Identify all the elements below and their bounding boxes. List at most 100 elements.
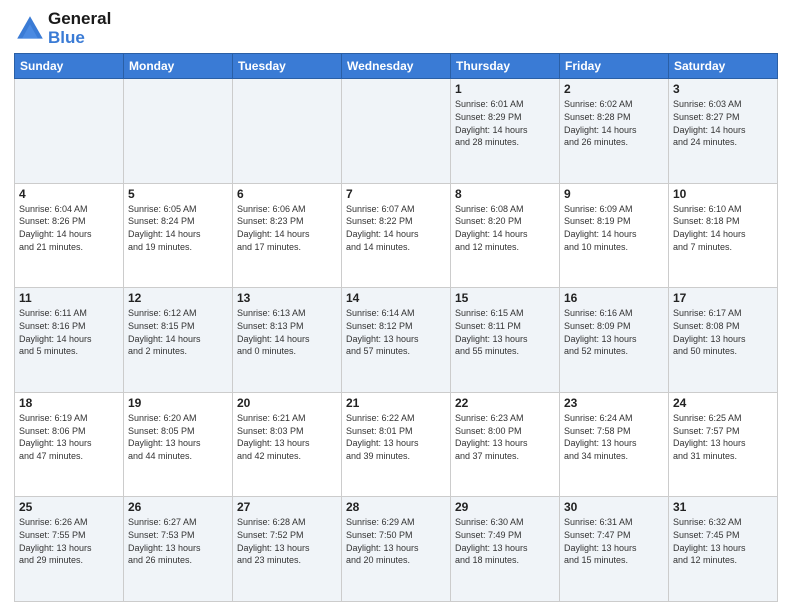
day-info: Sunrise: 6:24 AM Sunset: 7:58 PM Dayligh… [564,412,664,462]
calendar-cell: 17 Sunrise: 6:17 AM Sunset: 8:08 PM Dayli… [669,288,778,393]
day-info: Sunrise: 6:11 AM Sunset: 8:16 PM Dayligh… [19,307,119,357]
calendar-cell: 5 Sunrise: 6:05 AM Sunset: 8:24 PM Daylig… [124,183,233,288]
day-info: Sunrise: 6:15 AM Sunset: 8:11 PM Dayligh… [455,307,555,357]
logo-icon [14,13,46,45]
day-info: Sunrise: 6:08 AM Sunset: 8:20 PM Dayligh… [455,203,555,253]
day-info: Sunrise: 6:12 AM Sunset: 8:15 PM Dayligh… [128,307,228,357]
day-info: Sunrise: 6:17 AM Sunset: 8:08 PM Dayligh… [673,307,773,357]
calendar-cell: 18Sunrise: 6:19 AM Sunset: 8:06 PM Dayli… [15,392,124,497]
day-info: Sunrise: 6:02 AM Sunset: 8:28 PM Dayligh… [564,98,664,148]
day-number: 23 [564,396,664,410]
logo-text-line2: Blue [48,29,111,48]
day-info: Sunrise: 6:06 AM Sunset: 8:23 PM Dayligh… [237,203,337,253]
day-number: 29 [455,500,555,514]
calendar-cell: 4Sunrise: 6:04 AM Sunset: 8:26 PM Daylig… [15,183,124,288]
day-info: Sunrise: 6:07 AM Sunset: 8:22 PM Dayligh… [346,203,446,253]
calendar-cell: 23 Sunrise: 6:24 AM Sunset: 7:58 PM Dayli… [560,392,669,497]
day-info: Sunrise: 6:03 AM Sunset: 8:27 PM Dayligh… [673,98,773,148]
day-info: Sunrise: 6:01 AM Sunset: 8:29 PM Dayligh… [455,98,555,148]
calendar-cell: 13 Sunrise: 6:13 AM Sunset: 8:13 PM Dayli… [233,288,342,393]
day-number: 13 [237,291,337,305]
day-number: 3 [673,82,773,96]
calendar-cell: 22 Sunrise: 6:23 AM Sunset: 8:00 PM Dayli… [451,392,560,497]
calendar-cell: 10Sunrise: 6:10 AM Sunset: 8:18 PM Dayli… [669,183,778,288]
calendar-cell: 11Sunrise: 6:11 AM Sunset: 8:16 PM Dayli… [15,288,124,393]
calendar-cell: 26 Sunrise: 6:27 AM Sunset: 7:53 PM Dayli… [124,497,233,602]
day-info: Sunrise: 6:25 AM Sunset: 7:57 PM Dayligh… [673,412,773,462]
calendar-week-row: 11Sunrise: 6:11 AM Sunset: 8:16 PM Dayli… [15,288,778,393]
day-number: 26 [128,500,228,514]
day-number: 6 [237,187,337,201]
calendar-cell: 3 Sunrise: 6:03 AM Sunset: 8:27 PM Daylig… [669,79,778,184]
day-number: 14 [346,291,446,305]
day-info: Sunrise: 6:22 AM Sunset: 8:01 PM Dayligh… [346,412,446,462]
calendar-cell [233,79,342,184]
logo-text-line1: General [48,10,111,29]
day-info: Sunrise: 6:23 AM Sunset: 8:00 PM Dayligh… [455,412,555,462]
calendar-cell: 2 Sunrise: 6:02 AM Sunset: 8:28 PM Daylig… [560,79,669,184]
day-info: Sunrise: 6:28 AM Sunset: 7:52 PM Dayligh… [237,516,337,566]
calendar-cell: 28 Sunrise: 6:29 AM Sunset: 7:50 PM Dayli… [342,497,451,602]
calendar-cell [15,79,124,184]
calendar-cell: 29 Sunrise: 6:30 AM Sunset: 7:49 PM Dayli… [451,497,560,602]
calendar-cell: 8 Sunrise: 6:08 AM Sunset: 8:20 PM Daylig… [451,183,560,288]
day-number: 30 [564,500,664,514]
calendar-cell: 7 Sunrise: 6:07 AM Sunset: 8:22 PM Daylig… [342,183,451,288]
calendar-week-row: 1 Sunrise: 6:01 AM Sunset: 8:29 PM Daylig… [15,79,778,184]
weekday-header-monday: Monday [124,54,233,79]
day-number: 21 [346,396,446,410]
day-number: 31 [673,500,773,514]
calendar-week-row: 18Sunrise: 6:19 AM Sunset: 8:06 PM Dayli… [15,392,778,497]
day-number: 27 [237,500,337,514]
calendar-cell: 30Sunrise: 6:31 AM Sunset: 7:47 PM Dayli… [560,497,669,602]
day-number: 12 [128,291,228,305]
calendar-cell: 31 Sunrise: 6:32 AM Sunset: 7:45 PM Dayli… [669,497,778,602]
day-info: Sunrise: 6:13 AM Sunset: 8:13 PM Dayligh… [237,307,337,357]
calendar-week-row: 4Sunrise: 6:04 AM Sunset: 8:26 PM Daylig… [15,183,778,288]
weekday-header-tuesday: Tuesday [233,54,342,79]
day-number: 28 [346,500,446,514]
weekday-header-sunday: Sunday [15,54,124,79]
calendar-header-row: SundayMondayTuesdayWednesdayThursdayFrid… [15,54,778,79]
weekday-header-friday: Friday [560,54,669,79]
header: General Blue [14,10,778,47]
day-info: Sunrise: 6:20 AM Sunset: 8:05 PM Dayligh… [128,412,228,462]
calendar-cell: 24 Sunrise: 6:25 AM Sunset: 7:57 PM Dayli… [669,392,778,497]
logo: General Blue [14,10,111,47]
day-info: Sunrise: 6:30 AM Sunset: 7:49 PM Dayligh… [455,516,555,566]
calendar-cell: 21 Sunrise: 6:22 AM Sunset: 8:01 PM Dayli… [342,392,451,497]
calendar-cell: 6 Sunrise: 6:06 AM Sunset: 8:23 PM Daylig… [233,183,342,288]
weekday-header-thursday: Thursday [451,54,560,79]
day-number: 22 [455,396,555,410]
day-number: 2 [564,82,664,96]
day-number: 1 [455,82,555,96]
day-info: Sunrise: 6:16 AM Sunset: 8:09 PM Dayligh… [564,307,664,357]
day-info: Sunrise: 6:32 AM Sunset: 7:45 PM Dayligh… [673,516,773,566]
day-number: 25 [19,500,119,514]
calendar-cell: 12 Sunrise: 6:12 AM Sunset: 8:15 PM Dayli… [124,288,233,393]
day-info: Sunrise: 6:04 AM Sunset: 8:26 PM Dayligh… [19,203,119,253]
day-info: Sunrise: 6:27 AM Sunset: 7:53 PM Dayligh… [128,516,228,566]
calendar-cell: 15 Sunrise: 6:15 AM Sunset: 8:11 PM Dayli… [451,288,560,393]
day-number: 17 [673,291,773,305]
calendar-cell: 9Sunrise: 6:09 AM Sunset: 8:19 PM Daylig… [560,183,669,288]
calendar-cell: 25Sunrise: 6:26 AM Sunset: 7:55 PM Dayli… [15,497,124,602]
calendar-cell: 16Sunrise: 6:16 AM Sunset: 8:09 PM Dayli… [560,288,669,393]
calendar-cell: 1 Sunrise: 6:01 AM Sunset: 8:29 PM Daylig… [451,79,560,184]
day-number: 24 [673,396,773,410]
day-number: 5 [128,187,228,201]
day-number: 15 [455,291,555,305]
calendar-cell [124,79,233,184]
day-number: 8 [455,187,555,201]
day-info: Sunrise: 6:29 AM Sunset: 7:50 PM Dayligh… [346,516,446,566]
day-number: 20 [237,396,337,410]
calendar-cell: 20Sunrise: 6:21 AM Sunset: 8:03 PM Dayli… [233,392,342,497]
calendar-cell: 27 Sunrise: 6:28 AM Sunset: 7:52 PM Dayli… [233,497,342,602]
day-number: 18 [19,396,119,410]
day-info: Sunrise: 6:09 AM Sunset: 8:19 PM Dayligh… [564,203,664,253]
calendar-week-row: 25Sunrise: 6:26 AM Sunset: 7:55 PM Dayli… [15,497,778,602]
weekday-header-saturday: Saturday [669,54,778,79]
day-number: 7 [346,187,446,201]
day-info: Sunrise: 6:05 AM Sunset: 8:24 PM Dayligh… [128,203,228,253]
day-info: Sunrise: 6:14 AM Sunset: 8:12 PM Dayligh… [346,307,446,357]
